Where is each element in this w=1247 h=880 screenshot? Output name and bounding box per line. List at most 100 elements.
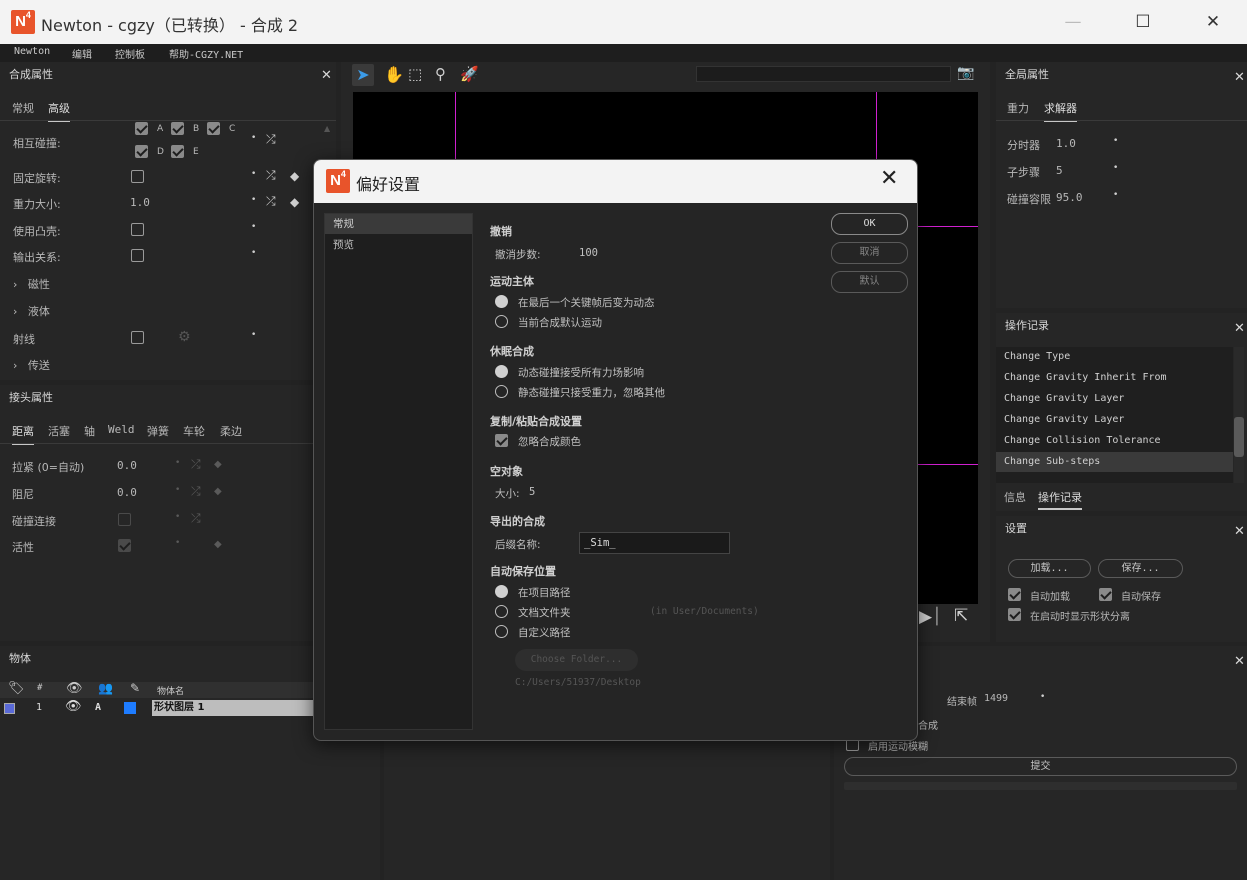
scrollbar[interactable] xyxy=(1234,347,1244,483)
group-e-checkbox[interactable] xyxy=(171,145,184,158)
keyframe-dot-icon[interactable]: • xyxy=(1113,190,1118,200)
keyframe-dot-icon[interactable]: • xyxy=(251,195,256,205)
submit-button[interactable]: 提交 xyxy=(844,757,1237,776)
damping-value[interactable]: 0.0 xyxy=(117,486,137,499)
gravity-value[interactable]: 1.0 xyxy=(130,196,150,209)
close-icon[interactable]: ✕ xyxy=(1234,654,1245,669)
convex-checkbox[interactable] xyxy=(131,223,144,236)
layer-color[interactable] xyxy=(124,702,136,714)
hand-tool-icon[interactable]: ✋ xyxy=(384,65,404,84)
tab-soft-edge[interactable]: 柔边 xyxy=(220,423,242,439)
list-item[interactable]: Change Collision Tolerance xyxy=(1004,435,1161,446)
tab-spring[interactable]: 弹簧 xyxy=(147,423,169,439)
tab-solver[interactable]: 求解器 xyxy=(1044,100,1077,122)
menu-panels[interactable]: 控制板 xyxy=(115,46,145,61)
motion-default-radio[interactable] xyxy=(495,315,508,328)
substeps-value[interactable]: 5 xyxy=(1056,164,1063,177)
keyframe-dot-icon[interactable]: • xyxy=(1113,136,1118,146)
list-item[interactable]: Change Gravity Layer xyxy=(1004,414,1124,425)
menu-newton[interactable]: Newton xyxy=(14,46,50,57)
list-item[interactable]: Change Gravity Inherit From xyxy=(1004,372,1167,383)
list-item-selected[interactable]: Change Sub-steps xyxy=(996,452,1233,472)
cancel-button[interactable]: 取消 xyxy=(831,242,908,264)
rocket-tool-icon[interactable]: 🚀 xyxy=(460,65,479,83)
keyframe-dot-icon[interactable]: • xyxy=(1113,163,1118,173)
tension-value[interactable]: 0.0 xyxy=(117,459,137,472)
save-button[interactable]: 保存... xyxy=(1098,559,1183,578)
tab-history[interactable]: 操作记录 xyxy=(1038,489,1082,510)
time-scale-value[interactable]: 1.0 xyxy=(1056,137,1076,150)
pin-tool-icon[interactable]: ⚲ xyxy=(435,65,446,83)
close-button[interactable]: ✕ xyxy=(1178,0,1247,44)
scrollbar-thumb[interactable] xyxy=(1234,417,1244,457)
shuffle-icon[interactable]: ⤮ xyxy=(266,194,276,209)
keyframe-dot-icon[interactable]: • xyxy=(175,458,180,468)
choose-folder-button[interactable]: Choose Folder... xyxy=(515,649,638,671)
autosave-project-radio[interactable] xyxy=(495,585,508,598)
maximize-button[interactable]: ☐ xyxy=(1108,0,1178,44)
marquee-tool-icon[interactable]: ⬚ xyxy=(408,65,422,83)
shuffle-icon[interactable]: ⤮ xyxy=(191,511,201,526)
shuffle-icon[interactable]: ⤮ xyxy=(191,457,201,472)
keyframe-diamond-icon[interactable]: ◆ xyxy=(214,459,222,470)
keyframe-dot-icon[interactable]: • xyxy=(175,512,180,522)
suffix-input[interactable]: _Sim_ xyxy=(579,532,730,554)
fixed-rotation-checkbox[interactable] xyxy=(131,170,144,183)
group-b-checkbox[interactable] xyxy=(171,122,184,135)
shuffle-icon[interactable]: ⤮ xyxy=(266,168,276,183)
tab-wheel[interactable]: 车轮 xyxy=(183,423,205,439)
menu-help[interactable]: 帮助-CGZY.NET xyxy=(169,46,243,61)
tab-info[interactable]: 信息 xyxy=(1004,489,1026,505)
keyframe-dot-icon[interactable]: • xyxy=(175,485,180,495)
list-item[interactable]: Change Type xyxy=(1004,351,1070,362)
keyframe-dot-icon[interactable]: • xyxy=(251,133,256,143)
keyframe-dot-icon[interactable]: • xyxy=(175,538,180,548)
minimize-button[interactable]: — xyxy=(1038,0,1108,44)
close-icon[interactable]: ✕ xyxy=(1234,321,1245,336)
shuffle-icon[interactable]: ⤮ xyxy=(191,484,201,499)
keyframe-diamond-icon[interactable]: ◆ xyxy=(290,169,299,183)
gear-icon[interactable]: ⚙ xyxy=(178,329,191,345)
autosave-custom-radio[interactable] xyxy=(495,625,508,638)
tab-axis[interactable]: 轴 xyxy=(84,423,95,439)
close-icon[interactable]: ✕ xyxy=(880,166,898,191)
output-relation-checkbox[interactable] xyxy=(131,249,144,262)
close-icon[interactable]: ✕ xyxy=(1234,70,1245,85)
camera-icon[interactable]: 📷 xyxy=(957,65,974,81)
ray-checkbox[interactable] xyxy=(131,331,144,344)
keyframe-diamond-icon[interactable]: ◆ xyxy=(214,539,222,550)
transfer-expander[interactable]: › 传送 xyxy=(13,357,50,373)
tab-piston[interactable]: 活塞 xyxy=(48,423,70,439)
tab-distance[interactable]: 距离 xyxy=(12,423,34,445)
close-icon[interactable]: ✕ xyxy=(1234,524,1245,539)
sleep-dynamic-radio[interactable] xyxy=(495,365,508,378)
liquid-expander[interactable]: › 液体 xyxy=(13,303,50,319)
tab-advanced[interactable]: 高级 xyxy=(48,100,70,122)
keyframe-diamond-icon[interactable]: ◆ xyxy=(214,486,222,497)
color-swatch[interactable] xyxy=(4,703,15,714)
ignore-color-checkbox[interactable] xyxy=(495,434,508,447)
tab-gravity[interactable]: 重力 xyxy=(1007,100,1029,116)
tab-general[interactable]: 常规 xyxy=(12,100,34,116)
shuffle-icon[interactable]: ⤮ xyxy=(266,132,276,147)
keyframe-dot-icon[interactable]: • xyxy=(251,248,256,258)
motion-dynamic-after-last-radio[interactable] xyxy=(495,295,508,308)
keyframe-dot-icon[interactable]: • xyxy=(251,222,256,232)
list-item[interactable]: Change Gravity Layer xyxy=(1004,393,1124,404)
eye-icon[interactable]: 👁 xyxy=(65,699,82,714)
autosave-documents-radio[interactable] xyxy=(495,605,508,618)
nav-general[interactable]: 常规 xyxy=(325,214,472,234)
tab-weld[interactable]: Weld xyxy=(108,423,135,436)
collision-tolerance-value[interactable]: 95.0 xyxy=(1056,191,1083,204)
table-row[interactable]: 1 👁 A 形状图层 1 xyxy=(0,699,313,716)
keyframe-dot-icon[interactable]: • xyxy=(251,330,256,340)
end-frame-value[interactable]: 1499 xyxy=(984,693,1008,704)
show-shapes-checkbox[interactable] xyxy=(1008,608,1021,621)
select-tool-icon[interactable]: ➤ xyxy=(352,64,374,86)
active-checkbox[interactable] xyxy=(118,539,131,552)
undo-steps-value[interactable]: 100 xyxy=(579,247,598,259)
sleep-static-radio[interactable] xyxy=(495,385,508,398)
auto-save-checkbox[interactable] xyxy=(1099,588,1112,601)
load-button[interactable]: 加载... xyxy=(1008,559,1091,578)
keyframe-dot-icon[interactable]: • xyxy=(251,169,256,179)
